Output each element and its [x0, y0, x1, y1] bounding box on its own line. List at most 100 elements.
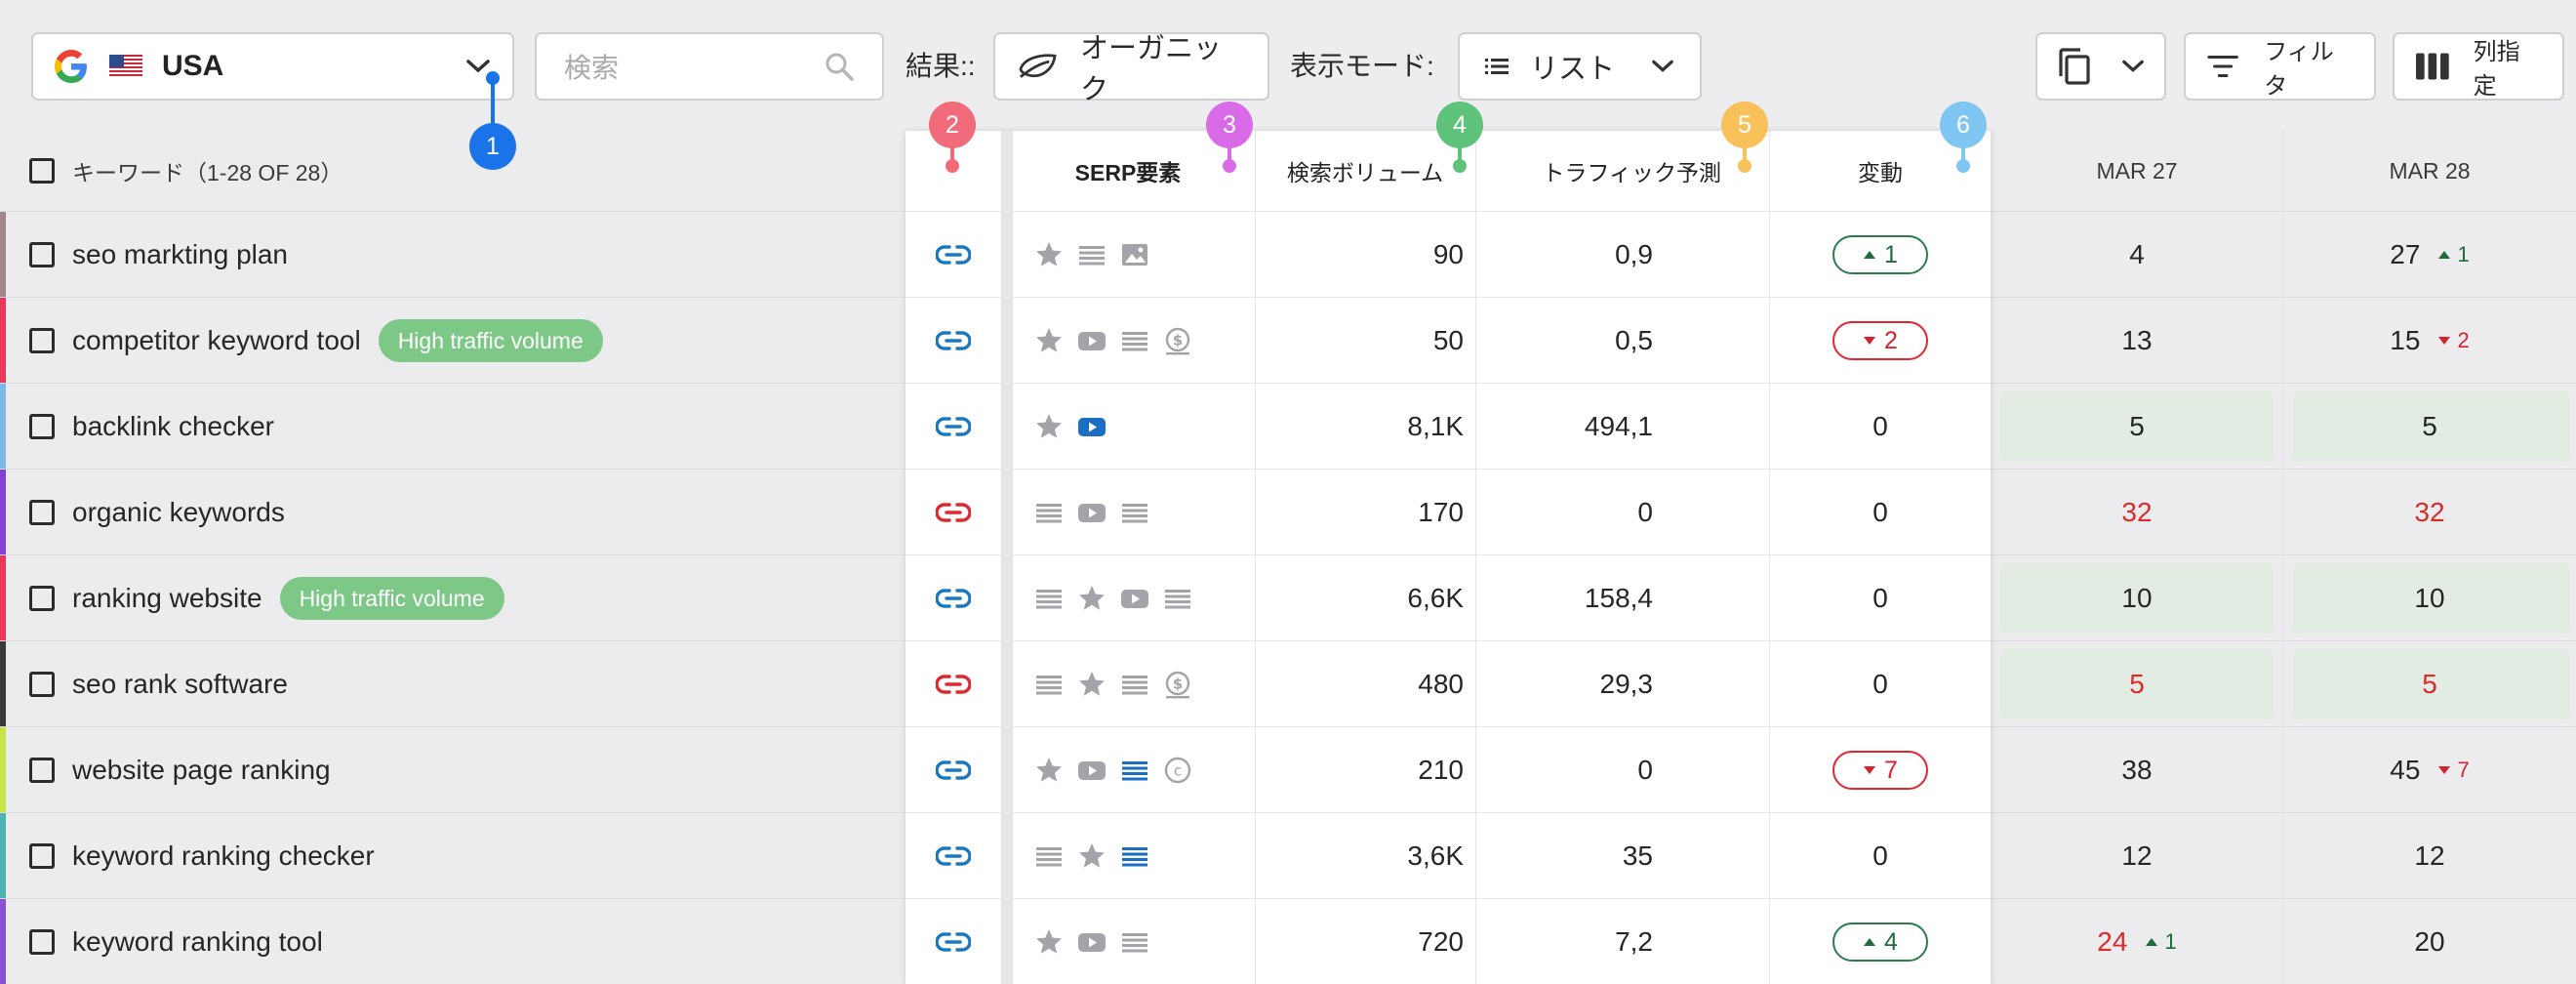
row-checkbox[interactable]	[29, 672, 55, 697]
search-input[interactable]: 検索	[535, 32, 884, 101]
link-icon[interactable]	[936, 416, 971, 437]
link-icon[interactable]	[936, 931, 971, 953]
video-icon	[1078, 332, 1106, 350]
change-pill: 7	[1832, 751, 1928, 790]
row-checkbox[interactable]	[29, 929, 55, 955]
serp-features-cell	[1034, 384, 1253, 470]
keyword-text: seo markting plan	[72, 239, 289, 269]
text-lines-icon	[1079, 246, 1105, 266]
panel-row: c 210 0 7	[906, 726, 1991, 812]
link-icon[interactable]	[936, 330, 971, 351]
filter-button[interactable]: フィルタ	[2184, 32, 2376, 101]
link-cell	[906, 813, 1001, 899]
view-mode-select[interactable]: リスト	[1458, 32, 1702, 101]
row-color-stripe	[0, 727, 6, 813]
arrow-up-icon	[2146, 938, 2158, 946]
result-type-button[interactable]: オーガニック	[993, 32, 1269, 105]
date-column-header-1[interactable]: MAR 27	[1991, 131, 2283, 211]
link-cell	[906, 899, 1001, 984]
traffic-value: 7,2	[1615, 926, 1653, 957]
link-cell	[906, 641, 1001, 727]
video-icon	[1078, 933, 1106, 952]
star-icon	[1036, 414, 1062, 438]
copyright-icon: c	[1164, 757, 1191, 784]
badge-anchor-dot	[1223, 159, 1236, 173]
country-value: USA	[162, 50, 224, 82]
badge-anchor-dot	[1738, 159, 1751, 173]
link-icon[interactable]	[936, 244, 971, 266]
rank-value: 13	[2121, 325, 2153, 355]
arrow-down-icon	[2438, 337, 2451, 345]
row-checkbox[interactable]	[29, 242, 55, 267]
panel-row: 8,1K 494,1 0	[906, 383, 1991, 469]
serp-features-cell: c	[1034, 727, 1253, 813]
panel-row: $50 0,5 2	[906, 297, 1991, 383]
row-checkbox[interactable]	[29, 843, 55, 869]
panel-row: 3,6K 35 0	[906, 812, 1991, 898]
result-label: 結果::	[906, 51, 976, 81]
keyword-cell: backlink checker	[29, 384, 274, 470]
text-lines-icon	[1122, 933, 1147, 953]
change-value: 7	[1884, 756, 1898, 784]
serp-features-cell	[1034, 899, 1253, 984]
change-cell: 1	[1770, 212, 1991, 298]
rank-value: 5	[2129, 669, 2145, 699]
link-icon[interactable]	[936, 759, 971, 781]
row-checkbox[interactable]	[29, 328, 55, 353]
volume-column-header[interactable]: 検索ボリューム	[1257, 131, 1473, 211]
traffic-cell: 7,2	[1477, 899, 1653, 984]
arrow-down-icon	[1864, 766, 1876, 774]
link-cell	[906, 727, 1001, 813]
rank-cell-mar27: 32	[1991, 470, 2283, 555]
volume-cell: 720	[1257, 899, 1464, 984]
link-cell	[906, 470, 1001, 555]
text-lines-icon	[1122, 676, 1147, 695]
star-icon	[1036, 242, 1062, 266]
country-select[interactable]: USA	[31, 32, 514, 101]
star-icon	[1079, 843, 1105, 868]
rank-delta-value: 1	[2164, 929, 2177, 954]
column-line	[1769, 131, 1770, 984]
keyword-text: keyword ranking checker	[72, 840, 375, 871]
link-cell	[906, 298, 1001, 384]
rank-value: 45	[2390, 755, 2421, 785]
video-icon	[1078, 418, 1106, 436]
traffic-header-label: トラフィック予測	[1542, 160, 1721, 185]
rank-value: 38	[2121, 755, 2153, 785]
volume-value: 50	[1432, 325, 1464, 355]
rank-value: 5	[2422, 669, 2437, 699]
change-value: 0	[1872, 411, 1888, 441]
date-column-header-2[interactable]: MAR 28	[2283, 131, 2576, 211]
serp-column-header[interactable]: SERP要素	[1013, 131, 1243, 211]
row-checkbox[interactable]	[29, 758, 55, 783]
change-value: 0	[1872, 583, 1888, 613]
keyword-text: ranking website	[72, 583, 262, 613]
row-checkbox[interactable]	[29, 414, 55, 439]
row-checkbox[interactable]	[29, 586, 55, 611]
traffic-value: 0	[1637, 497, 1653, 527]
link-icon[interactable]	[936, 588, 971, 609]
row-checkbox[interactable]	[29, 500, 55, 525]
text-lines-icon	[1036, 676, 1062, 695]
text-lines-icon	[1122, 761, 1147, 781]
link-icon[interactable]	[936, 674, 971, 695]
column-line	[1475, 131, 1476, 984]
keyword-cell: seo markting plan	[29, 212, 288, 298]
columns-button[interactable]: 列指定	[2393, 32, 2564, 101]
traffic-column-header[interactable]: トラフィック予測	[1475, 131, 1768, 211]
filter-label: フィルタ	[2264, 39, 2334, 100]
rank-delta-value: 1	[2457, 242, 2470, 266]
select-all-checkbox[interactable]	[29, 158, 55, 184]
copy-button[interactable]	[2035, 32, 2166, 101]
volume-value: 90	[1432, 239, 1464, 269]
link-icon[interactable]	[936, 502, 971, 523]
volume-value: 3,6K	[1407, 840, 1464, 871]
date-header-1-label: MAR 27	[2096, 157, 2178, 184]
badge-anchor-dot	[1956, 159, 1970, 173]
callout-badge-2: 2	[929, 102, 976, 148]
callout-badge-5: 5	[1721, 102, 1768, 148]
video-icon	[1078, 761, 1106, 780]
link-cell	[906, 384, 1001, 470]
link-icon[interactable]	[936, 845, 971, 867]
text-lines-icon	[1036, 504, 1062, 523]
